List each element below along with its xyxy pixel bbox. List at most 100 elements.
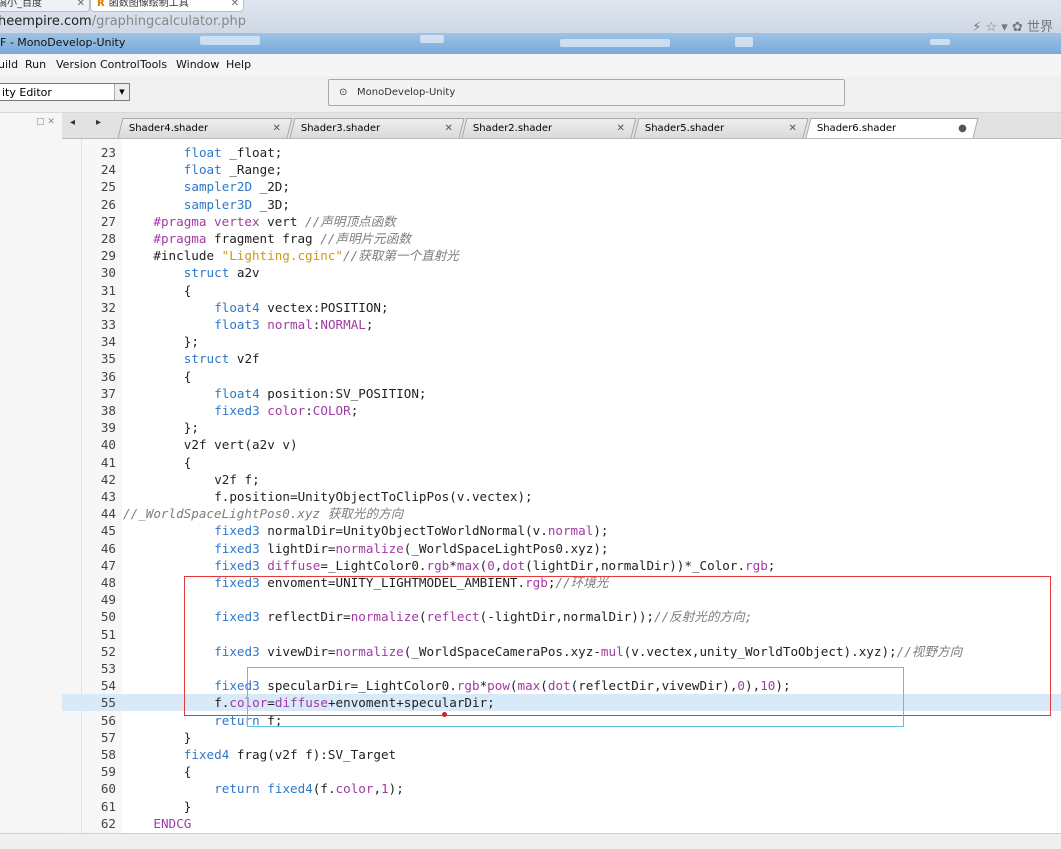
menu-help[interactable]: Help [226,58,251,71]
menu-tools[interactable]: Tools [140,58,167,71]
lightning-icon[interactable]: ⚡ [972,20,981,33]
browser-chrome: 线搞小_百度 ✕ R函数图像绘制工具 ✕ heempire.com/graphi… [0,0,1061,33]
line-number: 56 [100,712,116,728]
line-number: 48 [100,575,116,590]
code-token: fragment frag [206,231,321,246]
code-token: ; [767,557,776,573]
titlebar-decoration [200,36,260,45]
code-line[interactable]: 25 sampler2D _2D; [62,178,1061,195]
code-line[interactable]: 33 float3 normal:NORMAL; [62,316,1061,333]
world-label[interactable]: 世界 [1027,20,1053,33]
line-number: 38 [100,403,116,418]
code-line[interactable]: 29 #include "Lighting.cginc"//获取第一个直射光 [62,247,1061,264]
code-token: max [456,557,480,573]
extension-icon[interactable]: ✿ [1012,20,1023,33]
menu-run[interactable]: Run [25,58,46,71]
code-line[interactable]: 45 fixed3 normalDir=UnityObjectToWorldNor… [62,522,1061,539]
code-line[interactable]: 32 float4 vectex:POSITION; [62,299,1061,316]
close-icon[interactable]: ✕ [788,119,796,138]
code-token: COLOR [312,403,351,418]
code-line[interactable]: 40 v2f vert(a2v v) [62,436,1061,453]
code-line[interactable]: 24 float _Range; [62,161,1061,178]
code-line[interactable]: 23 float _float; [62,144,1061,161]
close-icon[interactable]: ✕ [272,119,280,138]
line-number: 29 [100,248,116,264]
code-text: return fixed4(f.color,1); [214,780,404,797]
code-token: ); [593,523,609,539]
line-number: 28 [100,231,116,246]
code-line[interactable]: 43 f.position=UnityObjectToClipPos(v.vect… [62,488,1061,505]
menu-window[interactable]: Window [176,58,219,71]
dropdown-icon[interactable]: ▾ [1001,20,1008,33]
code-token: struct [183,265,230,281]
code-line[interactable]: 42 v2f f; [62,471,1061,488]
code-line[interactable]: 47 fixed3 diffuse=_LightColor0.rgb*max(0,… [62,557,1061,574]
code-text: struct a2v [184,264,260,281]
star-icon[interactable]: ☆ [985,20,997,33]
code-line[interactable]: 37 float4 position:SV_POSITION; [62,385,1061,402]
code-token: #include [153,248,222,264]
code-line[interactable]: 31 { [62,282,1061,299]
browser-tab-2[interactable]: R 函数图像绘制工具 ✕ [90,0,244,12]
code-text: } [184,729,192,746]
code-line[interactable]: 27 #pragma vertex vert //声明顶点函数 [62,213,1061,230]
code-line[interactable]: 61} [62,798,1061,815]
code-line[interactable]: 26 sampler3D _3D; [62,196,1061,213]
tab-shader4[interactable]: Shader4.shader ✕ [117,118,293,138]
chevron-down-icon[interactable]: ▼ [114,84,129,100]
browser-tab-1[interactable]: 线搞小_百度 ✕ [0,0,90,12]
code-line[interactable]: 28 #pragma fragment frag //声明片元函数 [62,230,1061,247]
menu-build[interactable]: uild [0,58,18,71]
panel-controls-icon[interactable]: □ ✕ [36,117,55,127]
code-line[interactable]: 62 ENDCG [62,815,1061,832]
tab-label: Shader2.shader [472,123,553,134]
code-token: =_LightColor0. [320,557,427,573]
close-icon[interactable]: ✕ [444,119,452,138]
code-text: { [184,454,192,471]
close-icon[interactable]: ✕ [231,0,239,11]
code-token: a2v [229,265,260,281]
code-token: ; [365,317,374,332]
code-line[interactable]: 58 fixed4 frag(v2f f):SV_Target [62,746,1061,763]
tab-shader3[interactable]: Shader3.shader ✕ [289,118,465,138]
code-line[interactable]: 36 { [62,368,1061,385]
code-line[interactable]: 38 fixed3 color:COLOR; [62,402,1061,419]
code-line[interactable]: 57} [62,729,1061,746]
code-token: * [449,557,457,573]
modified-dot-icon[interactable]: ● [958,119,967,138]
code-token: float3 [214,317,260,332]
code-line[interactable]: 30 struct a2v [62,264,1061,281]
status-text: MonoDevelop-Unity [357,87,456,98]
code-line[interactable]: 46 fixed3 lightDir=normalize(_WorldSpaceL… [62,540,1061,557]
line-number: 47 [100,557,116,573]
tab-back-icon[interactable]: ◂ [70,117,75,128]
code-token: , [373,781,382,797]
line-number: 57 [100,729,116,745]
code-editor[interactable]: 23 float _float; 24 float _Range; 25 sampler2… [62,139,1061,833]
code-line[interactable]: 60 return fixed4(f.color,1); [62,780,1061,797]
tab-shader6[interactable]: Shader6.shader ● [805,118,979,138]
tab-shader5[interactable]: Shader5.shader ✕ [633,118,809,138]
code-line[interactable]: 59 { [62,763,1061,780]
address-bar[interactable]: heempire.com/graphingcalculator.php [0,14,246,29]
code-token: }; [183,334,199,350]
menu-version-control[interactable]: Version Control [56,58,140,71]
code-text: fixed3 diffuse=_LightColor0.rgb*max(0,do… [214,557,775,574]
line-number: 45 [100,523,116,539]
code-line[interactable]: 35 struct v2f [62,350,1061,367]
line-number: 37 [100,385,116,401]
code-text: v2f vert(a2v v) [184,436,298,453]
code-line[interactable]: 39}; [62,419,1061,436]
code-line[interactable]: 41 { [62,454,1061,471]
tab-forward-icon[interactable]: ▸ [96,117,101,128]
target-select[interactable]: ity Editor ▼ [0,83,130,101]
code-line[interactable]: 44 //_WorldSpaceLightPos0.xyz 获取光的方向 [62,505,1061,522]
code-token: f.position=UnityObjectToClipPos(v.vectex… [214,489,533,504]
close-icon[interactable]: ✕ [616,119,624,138]
code-token: fixed3 [214,403,260,418]
line-number: 27 [100,213,116,229]
code-token: float4 [214,299,260,315]
code-line[interactable]: 34}; [62,333,1061,350]
close-icon[interactable]: ✕ [77,0,85,11]
tab-shader2[interactable]: Shader2.shader ✕ [461,118,637,138]
